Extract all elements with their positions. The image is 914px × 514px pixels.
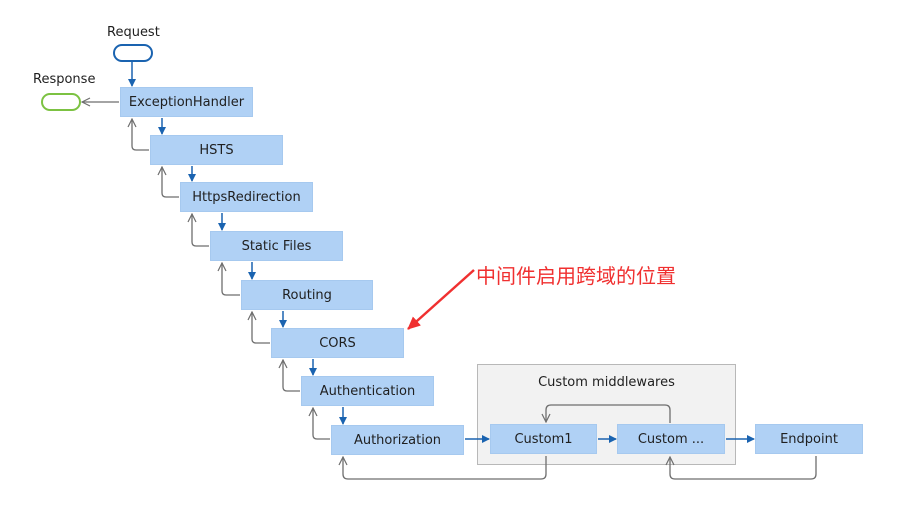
middleware-staticfiles: Static Files bbox=[210, 231, 343, 261]
middleware-pipeline-diagram: Request Response ExceptionHandler HSTS H… bbox=[0, 0, 914, 514]
return-hsts-to-exceptionhandler bbox=[132, 119, 149, 151]
middleware-hsts: HSTS bbox=[150, 135, 283, 165]
return-routing-to-staticfiles bbox=[222, 263, 240, 296]
return-custom1-to-authorization bbox=[343, 456, 547, 480]
middleware-httpsredirection: HttpsRedirection bbox=[180, 182, 313, 212]
middleware-custom-n: Custom ... bbox=[617, 424, 725, 454]
return-endpoint-to-customn bbox=[670, 456, 817, 480]
middleware-authorization: Authorization bbox=[331, 425, 464, 455]
response-terminal bbox=[41, 93, 81, 111]
request-terminal bbox=[113, 44, 153, 62]
request-label: Request bbox=[107, 25, 160, 40]
middleware-custom1: Custom1 bbox=[490, 424, 597, 454]
endpoint: Endpoint bbox=[755, 424, 863, 454]
middleware-exceptionhandler: ExceptionHandler bbox=[120, 87, 253, 117]
return-customn-loop-to-custom1 bbox=[546, 404, 671, 423]
return-authentication-to-cors bbox=[283, 360, 300, 392]
return-staticfiles-to-httpsredirection bbox=[192, 214, 209, 247]
middleware-authentication: Authentication bbox=[301, 376, 434, 406]
return-httpsredirection-to-hsts bbox=[162, 167, 179, 198]
response-label: Response bbox=[33, 72, 96, 87]
return-cors-to-routing bbox=[252, 312, 270, 344]
annotation-arrow bbox=[407, 269, 475, 330]
cors-annotation-text: 中间件启用跨域的位置 bbox=[476, 264, 676, 288]
return-authorization-to-authentication bbox=[313, 408, 330, 440]
middleware-routing: Routing bbox=[241, 280, 373, 310]
middleware-cors: CORS bbox=[271, 328, 404, 358]
